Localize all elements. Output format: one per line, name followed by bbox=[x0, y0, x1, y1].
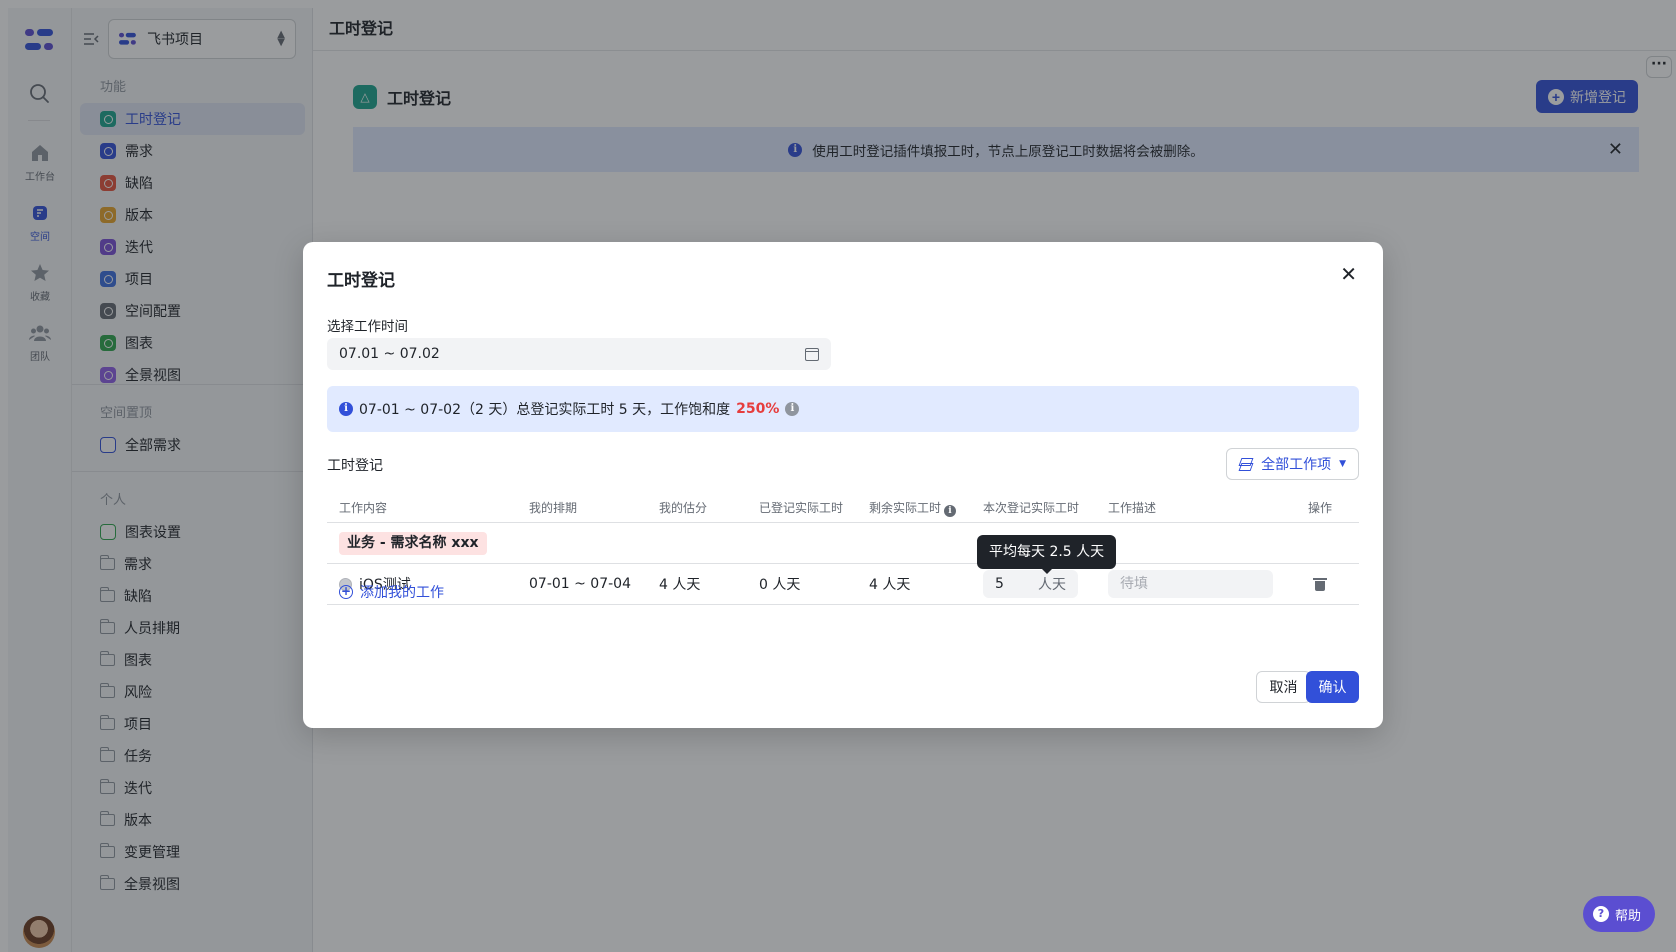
calendar-icon bbox=[805, 347, 819, 361]
info-icon: i bbox=[339, 402, 353, 416]
column-header: 操作 bbox=[1308, 501, 1333, 515]
column-header: 剩余实际工时 bbox=[869, 500, 942, 515]
caret-down-icon: ▼ bbox=[1339, 459, 1346, 469]
add-work-link[interactable]: + 添加我的工作 bbox=[339, 582, 444, 602]
app-window: 工作台 空间 收藏 团队 飞书项目 ▲ ▼ 功能 工时登记 需求 缺陷 版本 迭… bbox=[0, 0, 1676, 952]
summary-text: 07-01 ~ 07-02（2 天）总登记实际工时 5 天，工作饱和度 bbox=[359, 402, 731, 418]
column-header: 已登记实际工时 bbox=[759, 501, 844, 515]
average-tooltip: 平均每天 2.5 人天 bbox=[977, 535, 1117, 574]
action-cell bbox=[1308, 577, 1359, 591]
estimate-cell: 4 人天 bbox=[659, 577, 701, 593]
date-label: 选择工作时间 bbox=[327, 319, 408, 335]
help-icon[interactable]: i bbox=[944, 504, 957, 517]
table-row: iOS测试 07-01 ~ 07-04 4 人天 0 人天 4 人天 5 人天 bbox=[327, 564, 1359, 605]
schedule-cell: 07-01 ~ 07-04 bbox=[529, 576, 631, 592]
current-hours-value: 5 bbox=[995, 576, 1004, 592]
layers-icon bbox=[1239, 458, 1253, 470]
current-hours-cell: 5 人天 bbox=[983, 570, 1108, 598]
help-label: 帮助 bbox=[1614, 908, 1641, 924]
current-hours-input[interactable]: 5 人天 bbox=[983, 570, 1078, 598]
close-icon[interactable]: ✕ bbox=[1340, 262, 1357, 286]
timesheet-dialog: 工时登记 ✕ 选择工作时间 07.01 ~ 07.02 i 07-01 ~ 07… bbox=[303, 242, 1383, 728]
dialog-title: 工时登记 bbox=[327, 271, 395, 291]
column-header: 我的排期 bbox=[529, 501, 578, 515]
help-button[interactable]: ? 帮助 bbox=[1582, 896, 1655, 932]
add-work-label: 添加我的工作 bbox=[360, 585, 444, 601]
column-header-remaining: 剩余实际工时 i bbox=[869, 499, 983, 517]
help-icon[interactable]: i bbox=[785, 402, 800, 416]
work-item-filter[interactable]: 全部工作项 ▼ bbox=[1226, 448, 1359, 480]
description-cell bbox=[1108, 570, 1308, 598]
remaining-cell: 4 人天 bbox=[869, 577, 911, 593]
question-icon: ? bbox=[1592, 906, 1609, 922]
column-header: 工作描述 bbox=[1108, 501, 1157, 515]
unit-label: 人天 bbox=[1038, 577, 1066, 593]
plus-circle-icon: + bbox=[339, 584, 353, 599]
filter-label: 全部工作项 bbox=[1261, 457, 1332, 473]
section-title: 工时登记 bbox=[327, 458, 383, 474]
column-header: 我的估分 bbox=[659, 501, 708, 515]
logged-cell: 0 人天 bbox=[759, 577, 801, 593]
confirm-button[interactable]: 确认 bbox=[1306, 671, 1359, 703]
timesheet-table: 工作内容 我的排期 我的估分 已登记实际工时 剩余实际工时 i 本次登记实际工时 … bbox=[327, 493, 1359, 605]
date-range-picker[interactable]: 07.01 ~ 07.02 bbox=[327, 338, 831, 370]
date-range-value: 07.01 ~ 07.02 bbox=[339, 346, 440, 362]
column-header: 本次登记实际工时 bbox=[983, 501, 1080, 515]
description-input[interactable] bbox=[1108, 570, 1273, 598]
table-header: 工作内容 我的排期 我的估分 已登记实际工时 剩余实际工时 i 本次登记实际工时 … bbox=[327, 493, 1359, 523]
column-header: 工作内容 bbox=[339, 501, 388, 515]
requirement-tag[interactable]: 业务 - 需求名称 xxx bbox=[339, 531, 487, 555]
group-row: 业务 - 需求名称 xxx bbox=[327, 523, 1359, 564]
summary-banner: i 07-01 ~ 07-02（2 天）总登记实际工时 5 天，工作饱和度 25… bbox=[327, 386, 1359, 432]
saturation-percent: 250% bbox=[736, 401, 780, 417]
delete-icon[interactable] bbox=[1313, 577, 1327, 591]
cancel-button[interactable]: 取消 bbox=[1256, 671, 1311, 703]
